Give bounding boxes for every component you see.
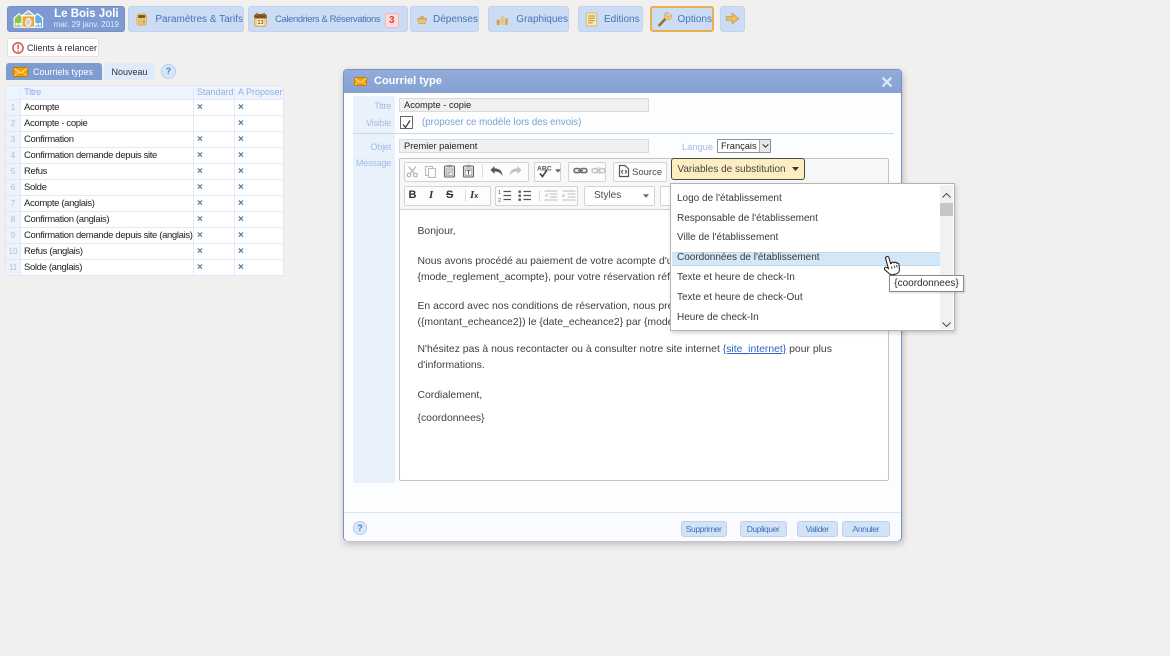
- svg-text:2: 2: [498, 198, 501, 202]
- svg-text:ABC: ABC: [537, 166, 552, 173]
- svg-text:13: 13: [257, 20, 263, 26]
- svg-text:1: 1: [498, 190, 501, 196]
- svg-text:T: T: [467, 169, 471, 176]
